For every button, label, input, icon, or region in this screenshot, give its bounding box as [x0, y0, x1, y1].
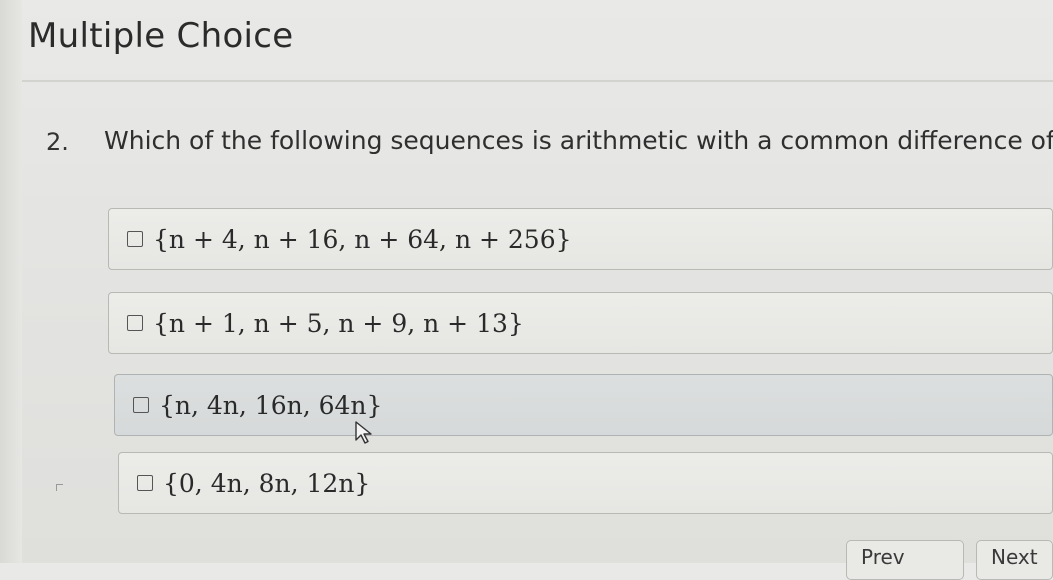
answer-option-label: {n + 4, n + 16, n + 64, n + 256} [153, 224, 572, 254]
answer-option-4[interactable]: {0, 4n, 8n, 12n} [118, 452, 1053, 514]
answer-option-1[interactable]: {n + 4, n + 16, n + 64, n + 256} [108, 208, 1053, 270]
left-margin [0, 0, 22, 563]
section-divider [22, 80, 1053, 82]
question-number: 2. [46, 128, 69, 156]
mouse-pointer-icon [355, 421, 372, 444]
answer-option-2[interactable]: {n + 1, n + 5, n + 9, n + 13} [108, 292, 1053, 354]
checkbox-icon[interactable] [133, 397, 149, 413]
answer-option-label: {0, 4n, 8n, 12n} [163, 468, 371, 498]
answer-option-label: {n + 1, n + 5, n + 9, n + 13} [153, 308, 524, 338]
answer-option-label: {n, 4n, 16n, 64n} [159, 390, 383, 420]
checkbox-icon[interactable] [127, 231, 143, 247]
checkbox-icon[interactable] [137, 475, 153, 491]
corner-mark-icon [56, 484, 63, 491]
checkbox-icon[interactable] [127, 315, 143, 331]
section-title: Multiple Choice [28, 16, 294, 56]
question-text: Which of the following sequences is arit… [104, 126, 1053, 155]
answer-option-3[interactable]: {n, 4n, 16n, 64n} [114, 374, 1053, 436]
next-button[interactable]: Next [976, 540, 1053, 580]
previous-button[interactable]: Prev [846, 540, 964, 580]
